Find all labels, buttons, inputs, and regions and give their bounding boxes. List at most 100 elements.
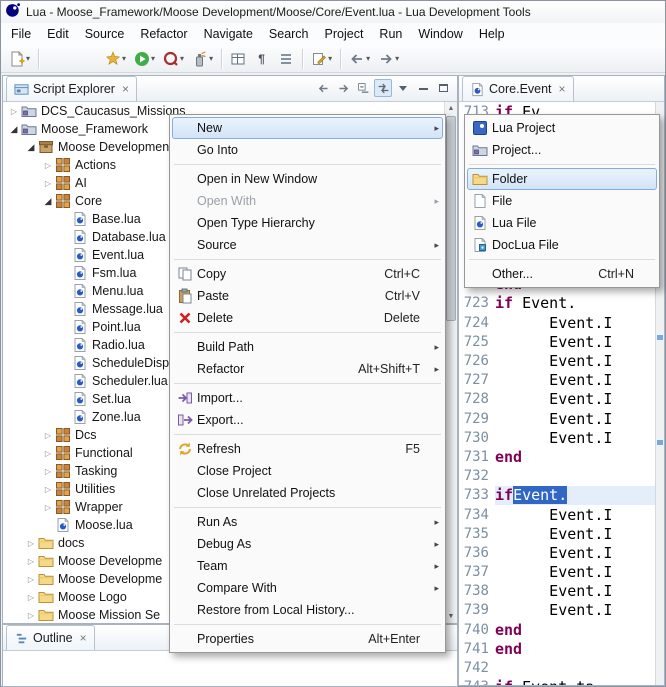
new-submenu-item-file[interactable]: File bbox=[467, 190, 657, 212]
code-text[interactable]: Event.I bbox=[495, 428, 655, 447]
context-menu-item-refactor[interactable]: RefactorAlt+Shift+T▸ bbox=[172, 358, 443, 380]
code-text[interactable]: Event.I bbox=[495, 563, 655, 582]
expand-arrow-icon[interactable]: ▷ bbox=[41, 161, 55, 170]
line-number[interactable]: 740 bbox=[459, 622, 495, 638]
line-number[interactable]: 724 bbox=[459, 315, 495, 331]
context-menu-item-close-unrelated-projects[interactable]: Close Unrelated Projects bbox=[172, 482, 443, 504]
context-menu-item-compare-with[interactable]: Compare With▸ bbox=[172, 577, 443, 599]
nav-back-button[interactable] bbox=[314, 79, 332, 97]
collapse-all-button[interactable] bbox=[354, 79, 372, 97]
code-text[interactable]: Event.I bbox=[495, 543, 655, 562]
chevron-down-icon[interactable]: ▾ bbox=[151, 54, 155, 63]
context-menu-item-build-path[interactable]: Build Path▸ bbox=[172, 336, 443, 358]
scroll-thumb[interactable] bbox=[446, 116, 456, 321]
code-text[interactable]: Event.I bbox=[495, 351, 655, 370]
context-menu-item-run-as[interactable]: Run As▸ bbox=[172, 511, 443, 533]
expand-arrow-icon[interactable]: ▷ bbox=[24, 539, 38, 548]
new-submenu-item-project[interactable]: Project... bbox=[467, 139, 657, 161]
close-icon[interactable]: × bbox=[80, 632, 87, 644]
nav-back-button[interactable]: ▾ bbox=[345, 47, 373, 71]
occurrence-mark[interactable] bbox=[657, 440, 663, 445]
menubar-item-file[interactable]: File bbox=[3, 24, 39, 44]
line-number[interactable]: 737 bbox=[459, 564, 495, 580]
line-number[interactable]: 732 bbox=[459, 468, 495, 484]
line-number[interactable]: 736 bbox=[459, 545, 495, 561]
annotations-button[interactable]: ▾ bbox=[307, 47, 335, 71]
chevron-down-icon[interactable]: ▾ bbox=[395, 54, 399, 63]
close-icon[interactable]: × bbox=[122, 83, 129, 95]
context-menu-item-source[interactable]: Source▸ bbox=[172, 234, 443, 256]
context-menu-item-close-project[interactable]: Close Project bbox=[172, 460, 443, 482]
tab-script-explorer[interactable]: Script Explorer × bbox=[6, 76, 137, 101]
chevron-down-icon[interactable]: ▾ bbox=[122, 54, 126, 63]
new-submenu-item-other[interactable]: Other...Ctrl+N bbox=[467, 263, 657, 285]
menubar-item-run[interactable]: Run bbox=[371, 24, 410, 44]
menubar-item-window[interactable]: Window bbox=[410, 24, 470, 44]
context-menu-item-properties[interactable]: PropertiesAlt+Enter bbox=[172, 628, 443, 650]
context-menu-item-delete[interactable]: DeleteDelete bbox=[172, 307, 443, 329]
code-text[interactable]: end bbox=[495, 639, 655, 658]
menubar-item-edit[interactable]: Edit bbox=[39, 24, 77, 44]
view-menu-button[interactable] bbox=[394, 79, 412, 97]
new-wizard-button[interactable]: ▾ bbox=[5, 47, 33, 71]
run-button[interactable]: ▾ bbox=[130, 47, 158, 71]
tab-core-event[interactable]: Core.Event × bbox=[462, 76, 574, 101]
code-text[interactable]: if Event. bbox=[495, 486, 655, 505]
tab-outline[interactable]: Outline × bbox=[6, 625, 95, 650]
code-text[interactable]: if Event.ta bbox=[495, 678, 655, 685]
chevron-down-icon[interactable]: ▾ bbox=[328, 54, 332, 63]
line-number[interactable]: 726 bbox=[459, 353, 495, 369]
context-menu-item-debug-as[interactable]: Debug As▸ bbox=[172, 533, 443, 555]
line-number[interactable]: 739 bbox=[459, 602, 495, 618]
line-number[interactable]: 742 bbox=[459, 660, 495, 676]
new-submenu-item-folder[interactable]: Folder bbox=[467, 168, 657, 190]
menubar-item-project[interactable]: Project bbox=[317, 24, 372, 44]
context-menu-item-new[interactable]: New▸ bbox=[172, 117, 443, 139]
menubar-item-refactor[interactable]: Refactor bbox=[132, 24, 195, 44]
line-number[interactable]: 727 bbox=[459, 372, 495, 388]
code-text[interactable]: Event.I bbox=[495, 371, 655, 390]
line-number[interactable]: 728 bbox=[459, 391, 495, 407]
code-text[interactable]: Event.I bbox=[495, 313, 655, 332]
context-menu-item-team[interactable]: Team▸ bbox=[172, 555, 443, 577]
new-submenu-item-lua-project[interactable]: Lua Project bbox=[467, 117, 657, 139]
expand-arrow-icon[interactable]: ▷ bbox=[41, 467, 55, 476]
code-text[interactable]: Event.I bbox=[495, 601, 655, 620]
link-editor-button[interactable] bbox=[374, 79, 392, 97]
chevron-down-icon[interactable]: ▾ bbox=[180, 54, 184, 63]
new-submenu-item-lua-file[interactable]: Lua File bbox=[467, 212, 657, 234]
code-text[interactable]: Event.I bbox=[495, 332, 655, 351]
line-number[interactable]: 733 bbox=[459, 487, 495, 503]
line-number[interactable]: 723 bbox=[459, 295, 495, 311]
code-text[interactable]: end bbox=[495, 447, 655, 466]
new-submenu-item-doclua-file[interactable]: DocLua File bbox=[467, 234, 657, 256]
chevron-down-icon[interactable]: ▾ bbox=[209, 54, 213, 63]
chevron-down-icon[interactable]: ▾ bbox=[366, 54, 370, 63]
context-menu-item-refresh[interactable]: RefreshF5 bbox=[172, 438, 443, 460]
code-text[interactable] bbox=[495, 467, 655, 486]
scroll-down-icon[interactable]: ▼ bbox=[445, 610, 457, 623]
code-text[interactable]: Event.I bbox=[495, 582, 655, 601]
expand-arrow-icon[interactable]: ▷ bbox=[41, 179, 55, 188]
maximize-button[interactable] bbox=[434, 79, 452, 97]
list-button[interactable] bbox=[274, 47, 297, 71]
expand-arrow-icon[interactable]: ▷ bbox=[41, 449, 55, 458]
line-number[interactable]: 725 bbox=[459, 334, 495, 350]
expand-arrow-icon[interactable]: ▷ bbox=[7, 107, 21, 116]
nav-forward-button[interactable]: ▾ bbox=[374, 47, 402, 71]
occurrence-mark[interactable] bbox=[657, 335, 663, 340]
expand-arrow-icon[interactable]: ▷ bbox=[24, 557, 38, 566]
line-number[interactable]: 734 bbox=[459, 507, 495, 523]
menubar-item-navigate[interactable]: Navigate bbox=[196, 24, 261, 44]
code-text[interactable] bbox=[495, 658, 655, 677]
expand-arrow-icon[interactable]: ◢ bbox=[41, 196, 55, 207]
line-number[interactable]: 735 bbox=[459, 526, 495, 542]
context-menu-item-export[interactable]: Export... bbox=[172, 409, 443, 431]
code-text[interactable]: if Event. bbox=[495, 294, 655, 313]
nav-forward-button[interactable] bbox=[334, 79, 352, 97]
menubar-item-search[interactable]: Search bbox=[261, 24, 317, 44]
context-menu-item-restore-from-local-history[interactable]: Restore from Local History... bbox=[172, 599, 443, 621]
expand-arrow-icon[interactable]: ▷ bbox=[24, 575, 38, 584]
line-number[interactable]: 729 bbox=[459, 411, 495, 427]
context-menu-item-open-in-new-window[interactable]: Open in New Window bbox=[172, 168, 443, 190]
